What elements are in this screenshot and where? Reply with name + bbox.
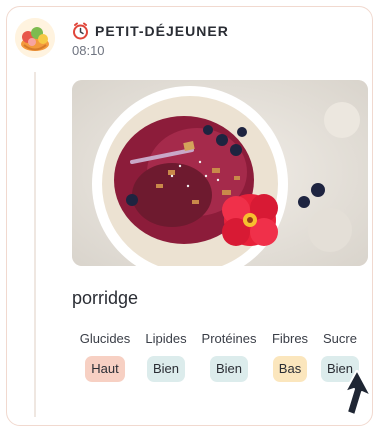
- nutrient-level-badge: Bien: [146, 356, 186, 382]
- meal-title: PETIT-DÉJEUNER: [95, 23, 229, 39]
- meal-header: PETIT-DÉJEUNER: [72, 22, 229, 40]
- food-photo[interactable]: [72, 80, 368, 266]
- nutrient-label: Glucides: [79, 331, 131, 346]
- nutrient-lipides: Lipides Bien: [138, 331, 194, 382]
- meal-time: 08:10: [72, 43, 105, 58]
- nutrient-level-badge: Bas: [272, 356, 308, 382]
- nutrient-label: Protéines: [201, 331, 257, 346]
- nutrient-level-badge: Haut: [85, 356, 125, 382]
- mouse-cursor-icon: [339, 370, 379, 415]
- alarm-clock-icon: [72, 22, 89, 40]
- nutrient-levels: Glucides Haut Lipides Bien Protéines Bie…: [72, 331, 364, 382]
- nutrient-level-badge: Bien: [209, 356, 249, 382]
- nutrient-proteines: Protéines Bien: [194, 331, 264, 382]
- nutrient-fibres: Fibres Bas: [264, 331, 316, 382]
- nutrient-label: Lipides: [145, 331, 187, 346]
- fruit-plate-icon: [15, 18, 55, 58]
- nutrient-label: Sucre: [323, 331, 357, 346]
- food-name: porridge: [72, 288, 139, 308]
- nutrient-label: Fibres: [271, 331, 309, 346]
- timeline-line: [34, 72, 36, 417]
- nutrient-glucides: Glucides Haut: [72, 331, 138, 382]
